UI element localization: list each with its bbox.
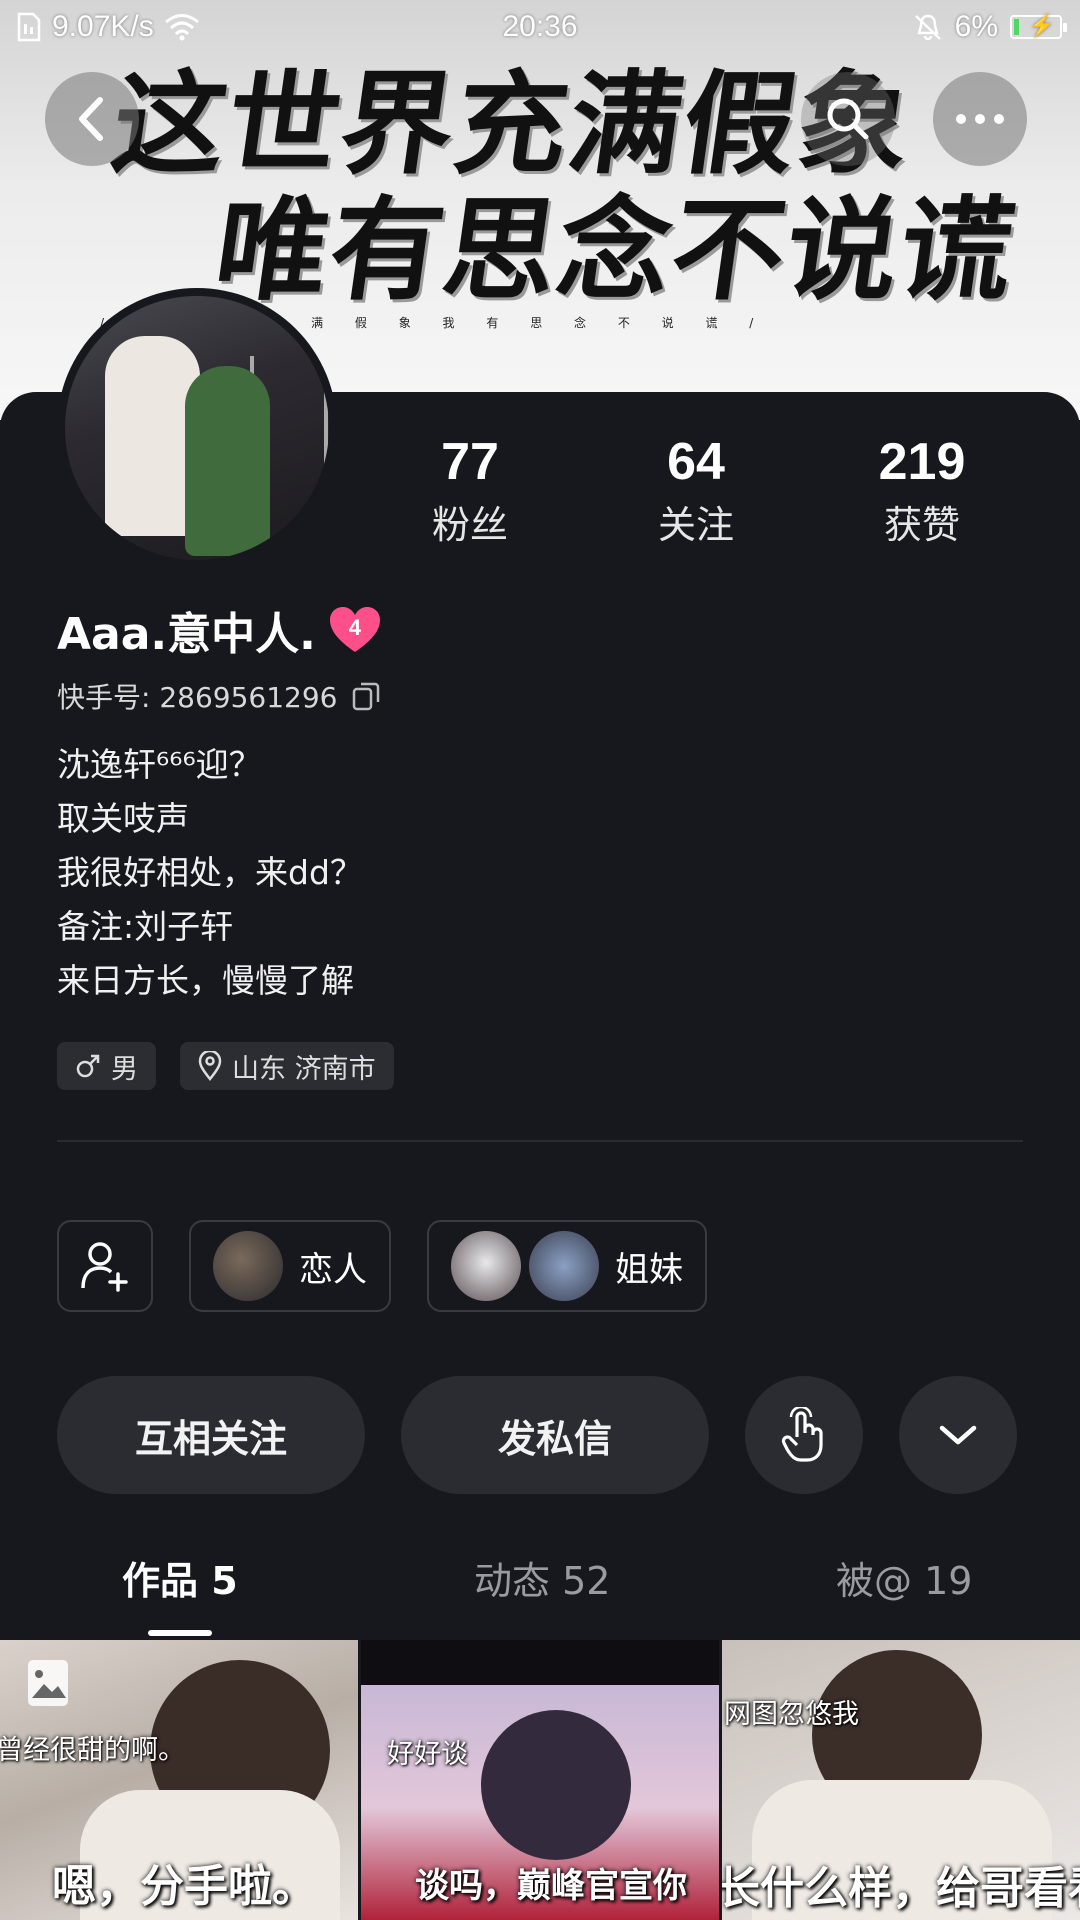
thumb-caption-main: 长什么样，给哥看看 — [722, 1863, 1080, 1914]
badge-level: 4 — [348, 615, 361, 640]
sister-avatar — [529, 1231, 599, 1301]
kuaishou-id: 快手号: 2869561296 — [57, 681, 338, 714]
tab-works[interactable]: 作品 5 — [122, 1550, 238, 1605]
stat-value: 219 — [878, 433, 966, 491]
stat-label: 粉丝 — [431, 503, 508, 547]
search-button[interactable] — [801, 72, 895, 166]
back-button[interactable] — [45, 72, 139, 166]
gender-text: 男 — [111, 1053, 138, 1085]
search-icon — [827, 98, 869, 140]
bio-line: 备注:刘子轩 — [57, 907, 234, 946]
more-button[interactable] — [933, 72, 1027, 166]
avatar[interactable] — [57, 288, 337, 568]
relation-sisters[interactable]: 姐妹 — [427, 1220, 707, 1312]
banner-text-line2: 唯有思念不说谎 — [207, 185, 1024, 316]
battery-icon: ⚡ — [1010, 13, 1067, 39]
thumb-caption-main: 嗯，分手啦。 — [52, 1861, 316, 1912]
stat-following[interactable]: 64 关注 — [606, 432, 786, 549]
work-thumbnail[interactable]: 网图忽悠我 长什么样，给哥看看 — [722, 1640, 1080, 1920]
relations-row: 恋人 姐妹 — [57, 1220, 707, 1312]
relation-label: 姐妹 — [615, 1249, 683, 1290]
stat-likes[interactable]: 219 获赞 — [832, 432, 1012, 549]
send-message-button[interactable]: 发私信 — [401, 1376, 709, 1494]
sister-avatar — [451, 1231, 521, 1301]
poke-button[interactable] — [745, 1376, 863, 1494]
hand-tap-icon — [781, 1407, 823, 1462]
bio-line: 沈逸轩⁶⁶⁶迎？ — [57, 745, 262, 784]
bio-line: 来日方长，慢慢了解 — [57, 961, 354, 1000]
kuaishou-id-row: 快手号: 2869561296 — [57, 676, 381, 716]
thumb-caption-top: 网图忽悠我 — [724, 1699, 859, 1730]
divider — [57, 1140, 1023, 1142]
name-row: Aaa.意中人. 4 — [57, 598, 382, 662]
bell-mute-icon — [914, 14, 941, 41]
profile-name: Aaa.意中人. — [57, 609, 316, 660]
tab-mentions[interactable]: 被@ 19 — [836, 1550, 972, 1605]
relation-lover[interactable]: 恋人 — [189, 1220, 391, 1312]
location-tag[interactable]: 山东 济南市 — [180, 1042, 394, 1090]
add-user-icon — [81, 1242, 128, 1292]
image-icon — [28, 1660, 68, 1706]
stat-value: 64 — [667, 433, 725, 491]
active-tab-indicator — [148, 1630, 212, 1636]
thumb-caption-top: 好好谈 — [387, 1739, 468, 1770]
location-pin-icon — [198, 1051, 222, 1081]
work-thumbnail[interactable]: 曾经很甜的啊。 嗯，分手啦。 — [0, 1640, 358, 1920]
chevron-left-icon — [79, 97, 103, 141]
expand-button[interactable] — [899, 1376, 1017, 1494]
work-thumbnail[interactable]: 好好谈 谈吗，巅峰官宣你 — [361, 1640, 719, 1920]
stat-fans[interactable]: 77 粉丝 — [380, 432, 560, 549]
copy-icon[interactable] — [351, 680, 381, 712]
action-buttons: 互相关注 发私信 — [57, 1376, 1017, 1494]
works-grid: 曾经很甜的啊。 嗯，分手啦。 好好谈 谈吗，巅峰官宣你 网图忽悠我 长什么样，给… — [0, 1640, 1080, 1920]
thumb-caption-top: 曾经很甜的啊。 — [0, 1735, 185, 1766]
stat-value: 77 — [441, 433, 499, 491]
male-icon — [76, 1054, 100, 1078]
bio: 沈逸轩⁶⁶⁶迎？ 取关吱声 我很好相处，来dd？ 备注:刘子轩 来日方长，慢慢了… — [57, 738, 363, 1008]
chevron-down-icon — [939, 1425, 977, 1445]
more-dots-icon — [956, 114, 1004, 124]
location-text: 山东 济南市 — [232, 1053, 376, 1085]
status-bar: 9.07K/s 20:36 6% ⚡ — [0, 0, 1080, 56]
relation-label: 恋人 — [299, 1249, 367, 1290]
heart-badge[interactable]: 4 — [328, 605, 382, 655]
battery-percent: 6% — [954, 10, 998, 43]
tags-row: 男 山东 济南市 — [57, 1042, 394, 1090]
lover-avatar — [213, 1231, 283, 1301]
stat-label: 关注 — [657, 503, 734, 547]
content-tabs: 作品 5 动态 52 被@ 19 — [0, 1550, 1080, 1640]
mutual-follow-button[interactable]: 互相关注 — [57, 1376, 365, 1494]
tab-moments[interactable]: 动态 52 — [474, 1550, 610, 1605]
stat-label: 获赞 — [883, 503, 960, 547]
bio-line: 我很好相处，来dd？ — [57, 853, 363, 892]
thumb-caption-main: 谈吗，巅峰官宣你 — [415, 1866, 687, 1906]
avatar-photo — [65, 296, 329, 560]
add-relation-button[interactable] — [57, 1220, 153, 1312]
bio-line: 取关吱声 — [57, 799, 189, 838]
gender-tag: 男 — [57, 1042, 156, 1090]
